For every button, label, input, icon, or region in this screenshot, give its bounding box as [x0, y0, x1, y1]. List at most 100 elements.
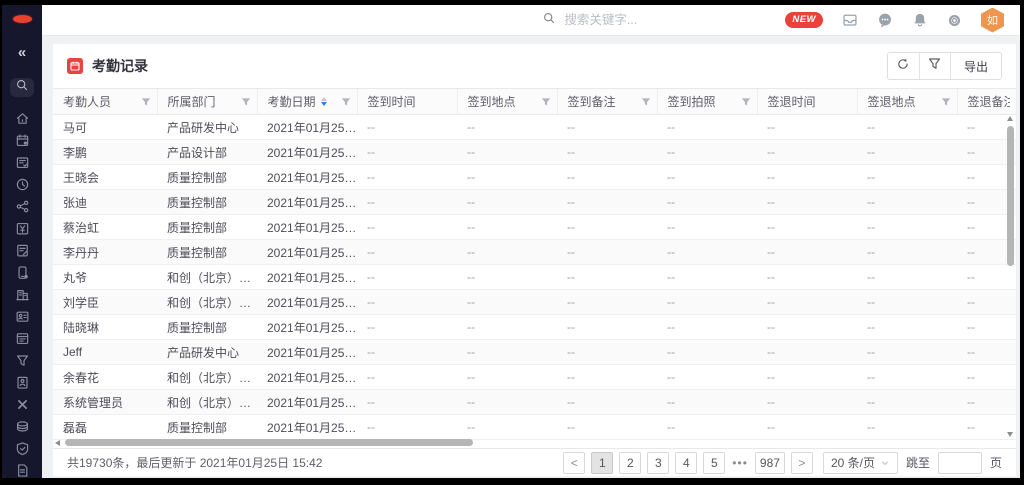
pagination: <12345•••987>20 条/页跳至页 — [563, 452, 1004, 474]
table-row[interactable]: 陆晓琳质量控制部2021年01月25日 00:00-------------- — [53, 315, 1016, 340]
vertical-scroll-thumb[interactable] — [1007, 126, 1014, 266]
calendar-icon — [15, 133, 30, 148]
column-header-5[interactable]: 签到备注 — [557, 89, 657, 115]
filter-icon[interactable] — [937, 97, 951, 107]
attendance-module-icon — [67, 58, 83, 74]
table-row[interactable]: 蔡治虹质量控制部2021年01月25日 00:00-------------- — [53, 215, 1016, 240]
sidebar-item-home[interactable] — [10, 111, 34, 126]
table-row[interactable]: 王晓会质量控制部2021年01月25日 00:00-------------- — [53, 165, 1016, 190]
screenshot-frame: « NEW 如 — [0, 0, 1024, 485]
global-search-input[interactable] — [564, 13, 704, 27]
filter-icon[interactable] — [137, 97, 151, 107]
cell: 2021年01月25日 00:00 — [257, 415, 357, 440]
sidebar-item-finance[interactable] — [10, 221, 34, 236]
column-header-6[interactable]: 签到拍照 — [657, 89, 757, 115]
column-header-9[interactable]: 签退备注 — [957, 89, 1016, 115]
table-row[interactable]: Jeff产品研发中心2021年01月25日 00:00-------------… — [53, 340, 1016, 365]
filter-button[interactable] — [919, 53, 950, 79]
inbox-icon[interactable] — [842, 12, 858, 28]
table-row[interactable]: 马可产品研发中心2021年01月25日 00:00-------------- — [53, 115, 1016, 140]
sidebar-item-clock[interactable] — [10, 177, 34, 192]
sidebar-item-idcard[interactable] — [10, 309, 34, 324]
scroll-down-arrow[interactable] — [1007, 432, 1013, 437]
page-button-3[interactable]: 3 — [647, 452, 669, 474]
cell: 和创（北京）科技股份... — [157, 290, 257, 315]
sidebar-item-approval[interactable] — [10, 155, 34, 170]
cell: -- — [657, 290, 757, 315]
sidebar-item-calendar[interactable] — [10, 133, 34, 148]
more-pages-button[interactable]: ••• — [731, 456, 749, 470]
table-row[interactable]: 丸爷和创（北京）科技股份...2021年01月25日 00:00--------… — [53, 265, 1016, 290]
cell: -- — [557, 190, 657, 215]
next-page-button[interactable]: > — [791, 452, 813, 474]
filter-icon[interactable] — [337, 97, 351, 107]
sidebar-item-schedule[interactable] — [10, 331, 34, 346]
user-avatar[interactable]: 如 — [981, 8, 1004, 33]
table-row[interactable]: 刘学臣和创（北京）科技股份...2021年01月25日 00:00-------… — [53, 290, 1016, 315]
scroll-up-arrow[interactable] — [1007, 116, 1013, 121]
cell: -- — [857, 265, 957, 290]
filter-icon[interactable] — [537, 97, 551, 107]
app-logo[interactable] — [13, 15, 32, 23]
cell: -- — [357, 190, 457, 215]
table-row[interactable]: 张迪质量控制部2021年01月25日 00:00-------------- — [53, 190, 1016, 215]
sidebar-item-report[interactable] — [10, 463, 34, 478]
page-button-987[interactable]: 987 — [755, 452, 785, 474]
page-button-1[interactable]: 1 — [591, 452, 613, 474]
sidebar-item-coins[interactable] — [10, 419, 34, 434]
finance-icon — [15, 221, 30, 236]
prev-page-button[interactable]: < — [563, 452, 585, 474]
sidebar-item-funnel[interactable] — [10, 353, 34, 368]
page-button-5[interactable]: 5 — [703, 452, 725, 474]
column-header-8[interactable]: 签退地点 — [857, 89, 957, 115]
sidebar-item-company[interactable] — [10, 287, 34, 302]
cell: 王晓会 — [53, 165, 157, 190]
page-size-select[interactable]: 20 条/页 — [823, 452, 898, 474]
sidebar-item-phone[interactable] — [10, 265, 34, 280]
sidebar-item-shield[interactable] — [10, 441, 34, 456]
table-row[interactable]: 李鹏产品设计部2021年01月25日 00:00-------------- — [53, 140, 1016, 165]
column-header-2[interactable]: 考勤日期 — [257, 89, 357, 115]
column-header-1[interactable]: 所属部门 — [157, 89, 257, 115]
bell-icon[interactable] — [912, 12, 928, 28]
cell: -- — [757, 240, 857, 265]
table-row[interactable]: 系统管理员和创（北京）科技股份...2021年01月25日 00:00-----… — [53, 390, 1016, 415]
sort-control[interactable] — [321, 97, 327, 107]
cell: -- — [657, 265, 757, 290]
sidebar-item-contract[interactable] — [10, 243, 34, 258]
cell: -- — [757, 290, 857, 315]
column-header-3[interactable]: 签到时间 — [357, 89, 457, 115]
cell: 丸爷 — [53, 265, 157, 290]
tools-icon — [15, 397, 30, 412]
column-header-4[interactable]: 签到地点 — [457, 89, 557, 115]
message-icon[interactable] — [877, 12, 893, 28]
gear-icon[interactable] — [947, 13, 962, 28]
cell: -- — [857, 315, 957, 340]
table-row[interactable]: 磊磊质量控制部2021年01月25日 00:00-------------- — [53, 415, 1016, 440]
column-header-7[interactable]: 签退时间 — [757, 89, 857, 115]
table-row[interactable]: 余春花和创（北京）科技股份...2021年01月25日 00:00-------… — [53, 365, 1016, 390]
table-zone: 考勤人员所属部门考勤日期签到时间签到地点签到备注签到拍照签退时间签退地点签退备注… — [53, 88, 1016, 448]
sidebar-item-clipboard[interactable] — [10, 375, 34, 390]
page-jump-input[interactable] — [938, 452, 982, 474]
column-header-0[interactable]: 考勤人员 — [53, 89, 157, 115]
sidebar-item-tools[interactable] — [10, 397, 34, 412]
sidebar-search-button[interactable] — [10, 78, 34, 97]
table-row[interactable]: 李丹丹质量控制部2021年01月25日 00:00-------------- — [53, 240, 1016, 265]
filter-icon[interactable] — [737, 97, 751, 107]
horizontal-scroll-thumb[interactable] — [65, 439, 473, 446]
page-button-2[interactable]: 2 — [619, 452, 641, 474]
cell: -- — [457, 340, 557, 365]
report-icon — [15, 463, 30, 478]
sidebar-item-share[interactable] — [10, 199, 34, 214]
collapse-sidebar-button[interactable]: « — [18, 45, 26, 60]
filter-icon[interactable] — [237, 97, 251, 107]
page-button-4[interactable]: 4 — [675, 452, 697, 474]
table-header: 考勤人员所属部门考勤日期签到时间签到地点签到备注签到拍照签退时间签退地点签退备注 — [53, 89, 1016, 115]
scroll-left-arrow[interactable] — [55, 440, 60, 446]
cell: 质量控制部 — [157, 165, 257, 190]
refresh-button[interactable] — [888, 53, 919, 79]
cell: -- — [357, 415, 457, 440]
export-button[interactable]: 导出 — [950, 53, 1001, 79]
filter-icon[interactable] — [637, 97, 651, 107]
